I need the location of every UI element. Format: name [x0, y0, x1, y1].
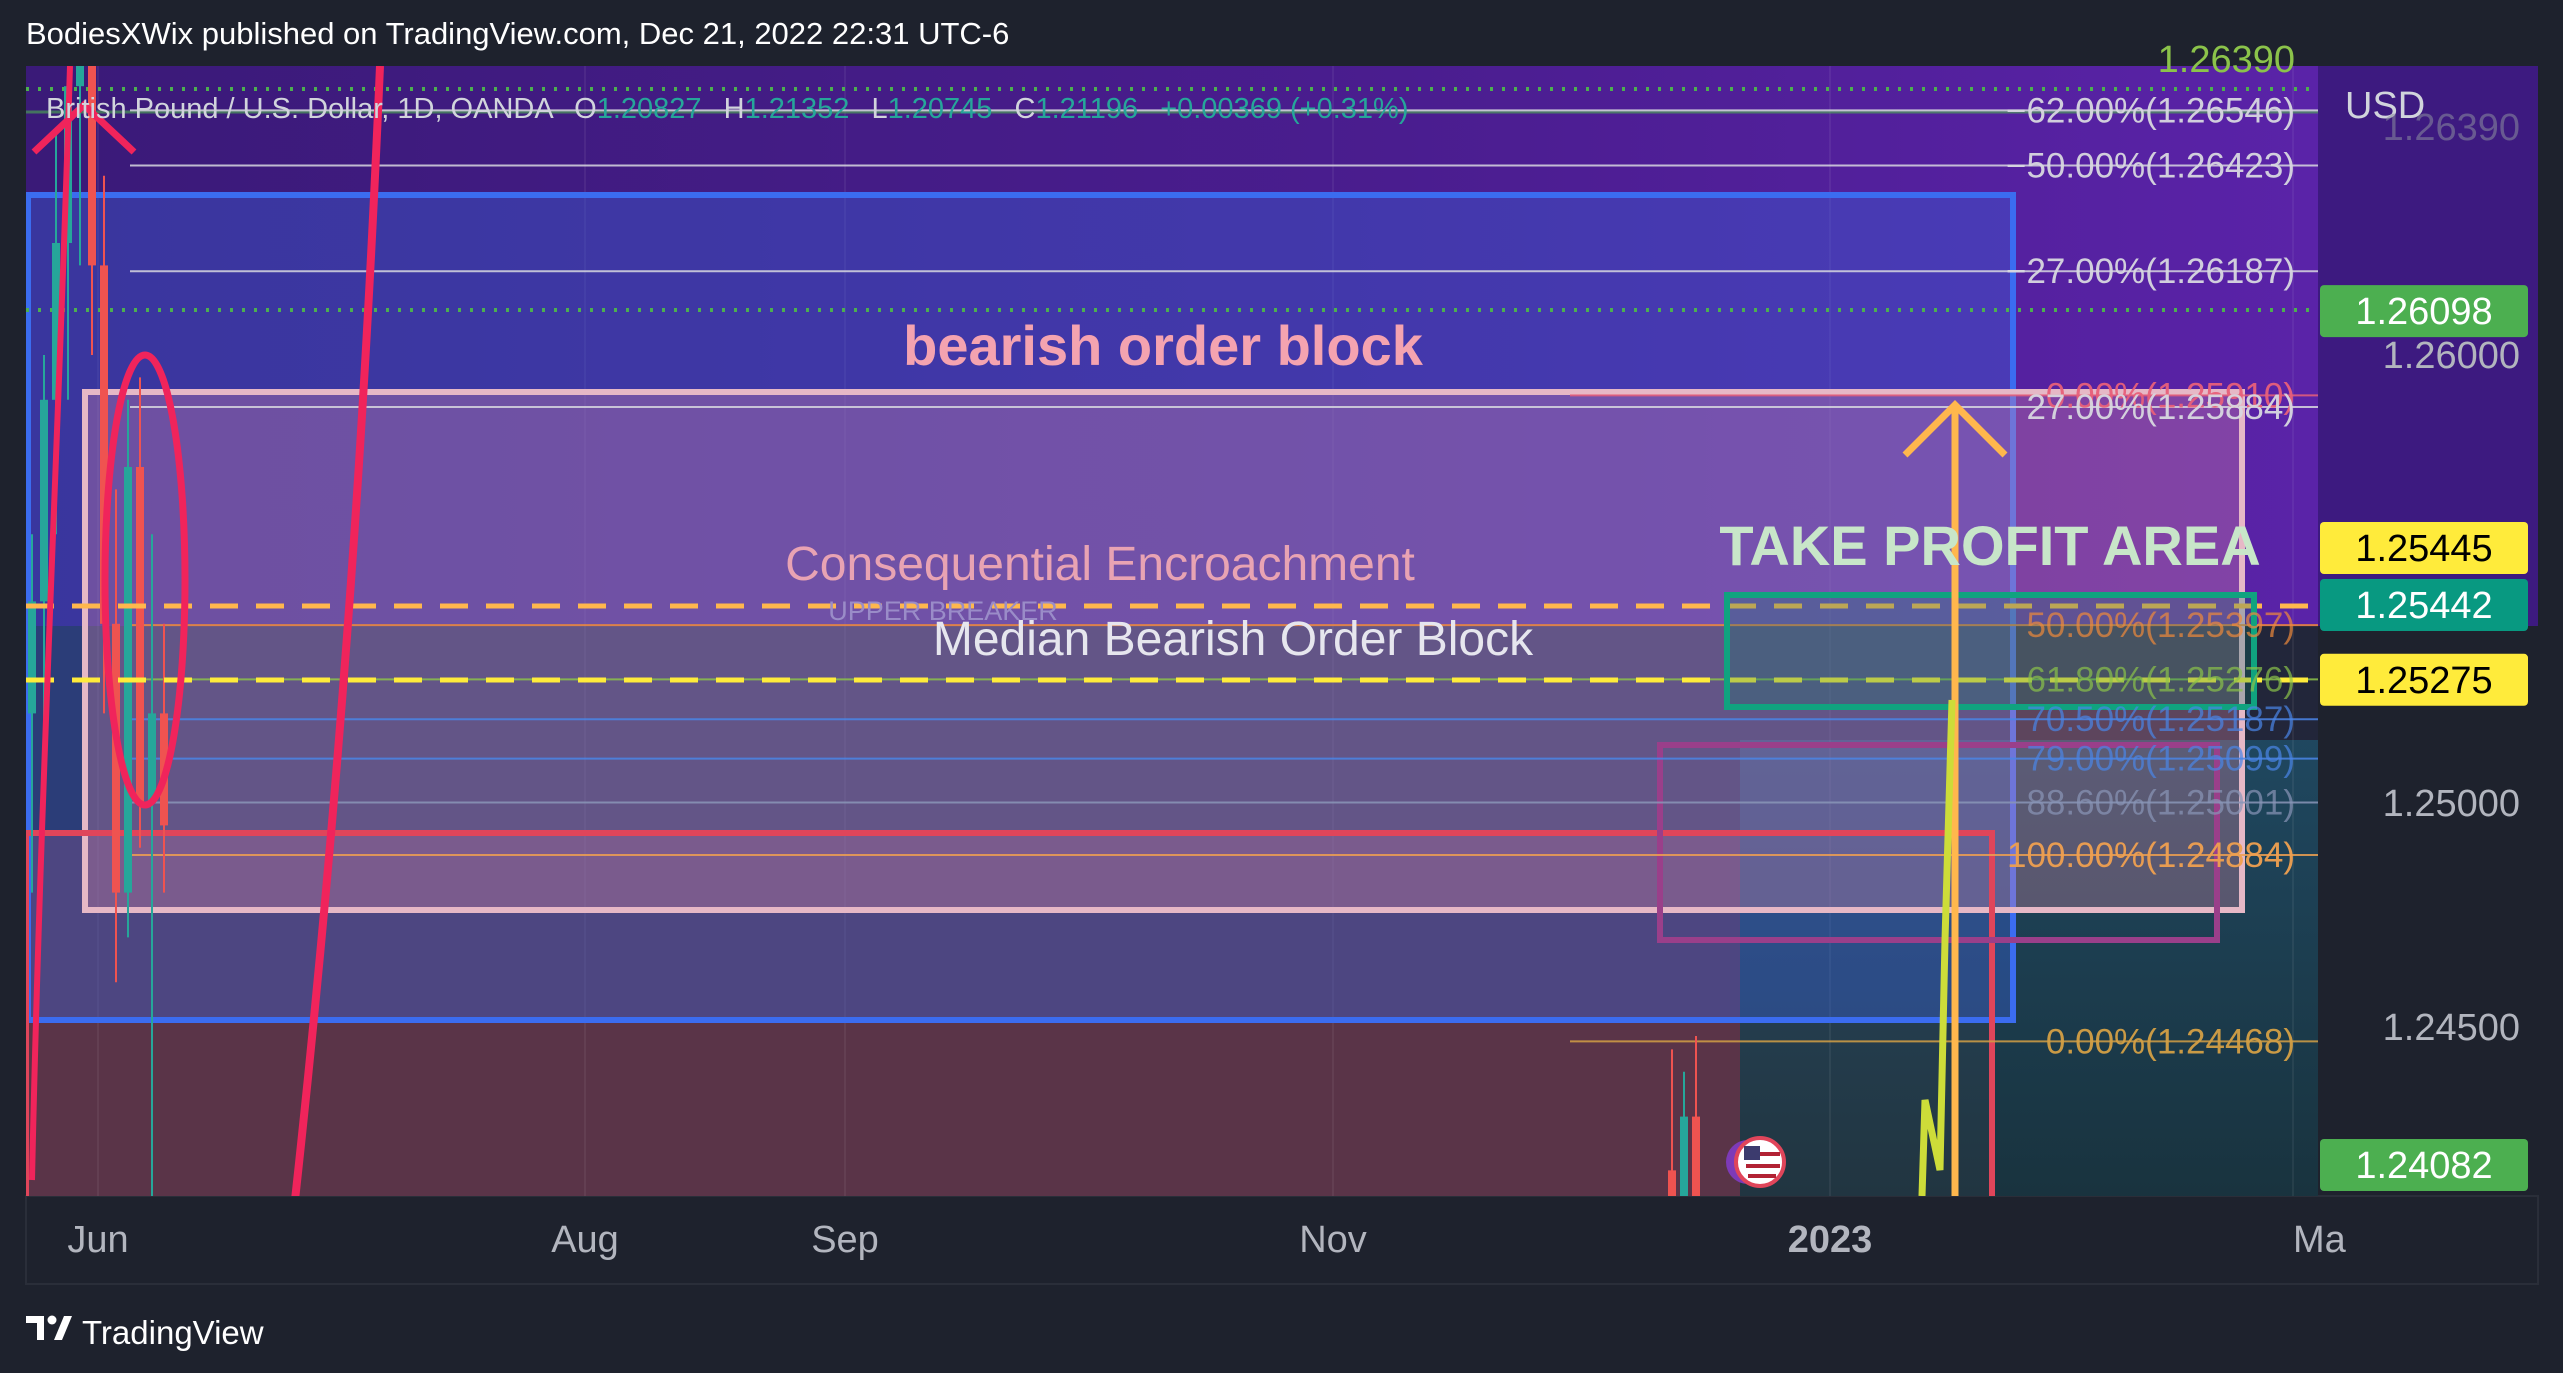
candle-body-1	[40, 399, 48, 602]
tradingview-logo-icon[interactable]	[26, 1310, 74, 1346]
price-chart[interactable]: bearish order block Consequential Encroa…	[0, 0, 2563, 1290]
open-label: O	[574, 93, 597, 125]
price-tick-0: 1.26000	[2383, 335, 2520, 377]
fib-label-6: 61.80%(1.25276)	[2026, 660, 2295, 699]
close-value: 1.21196	[1035, 93, 1138, 125]
price-badge-label-0: 1.26098	[2355, 291, 2492, 333]
price-badge-1: 1.25445	[2320, 522, 2528, 574]
fib-label-10: 100.00%(1.24884)	[2007, 836, 2295, 875]
close-label: C	[1014, 93, 1035, 125]
price-badge-0: 1.26098	[2320, 285, 2528, 338]
time-tick-3: Nov	[1299, 1219, 1367, 1261]
price-badge-3: 1.25275	[2320, 653, 2528, 706]
price-tick-1: 1.25000	[2383, 783, 2520, 825]
candle-body-9	[136, 467, 144, 803]
open-value: 1.20827	[597, 93, 702, 125]
time-tick-5: Ma	[2293, 1219, 2347, 1261]
price-badge-label-1: 1.25445	[2355, 528, 2492, 570]
take-profit-label: TAKE PROFIT AREA	[1719, 514, 2260, 577]
low-value: 1.20745	[888, 93, 993, 125]
time-tick-0: Jun	[67, 1219, 128, 1261]
candle-body-0	[28, 601, 36, 714]
fib-label-7: 70.50%(1.25187)	[2026, 700, 2295, 739]
tradingview-brand[interactable]: TradingView	[82, 1314, 264, 1352]
price-badge-2: 1.25442	[2320, 579, 2528, 631]
time-tick-1: Aug	[551, 1219, 619, 1261]
time-axis[interactable]	[25, 1195, 2539, 1285]
footer: TradingView	[0, 1290, 2563, 1373]
fib-label-1: −50.00%(1.26423)	[2006, 146, 2295, 185]
time-tick-2: Sep	[811, 1219, 879, 1261]
price-badge-label-4: 1.24082	[2355, 1145, 2492, 1187]
fib-label-4: 27.00%(1.25884)	[2026, 388, 2295, 427]
price-badge-4: 1.24082	[2320, 1139, 2528, 1191]
candle-body-4	[76, 66, 84, 87]
us-flag-icon[interactable]	[1734, 1136, 1786, 1188]
us-flag-canton	[1744, 1146, 1760, 1160]
high-label: H	[724, 93, 745, 125]
bearish-order-block-label: bearish order block	[903, 314, 1424, 377]
fib-label-8: 79.00%(1.25099)	[2026, 740, 2295, 779]
fib-label-11: 0.00%(1.24468)	[2046, 1022, 2295, 1061]
price-badge-label-3: 1.25275	[2355, 660, 2492, 702]
low-label: L	[871, 93, 887, 125]
fib-label-5: 50.00%(1.25397)	[2026, 606, 2295, 645]
median-block-label: Median Bearish Order Block	[933, 613, 1534, 666]
candle-body-5	[88, 66, 96, 266]
price-tick-2: 1.24500	[2383, 1007, 2520, 1049]
fib-label-0: −62.00%(1.26546)	[2006, 91, 2295, 130]
change-value: +0.00369 (+0.31%)	[1160, 93, 1408, 125]
time-tick-4: 2023	[1788, 1219, 1873, 1261]
symbol-line: British Pound / U.S. Dollar, 1D, OANDA O…	[46, 93, 1409, 125]
price-axis-cut-label: 1.26390	[2383, 107, 2520, 149]
candle-body-10	[148, 713, 156, 803]
consequential-encroachment-label: Consequential Encroachment	[785, 538, 1415, 591]
price-badge-label-2: 1.25442	[2355, 585, 2492, 627]
fib-label-2: −27.00%(1.26187)	[2006, 252, 2295, 291]
fib-label-9: 88.60%(1.25001)	[2026, 784, 2295, 823]
symbol-name: British Pound / U.S. Dollar, 1D, OANDA	[46, 93, 554, 125]
top-cut-label: 1.26390	[2158, 39, 2295, 81]
high-value: 1.21352	[745, 93, 850, 125]
recent-candle-body-2	[1692, 1116, 1700, 1196]
